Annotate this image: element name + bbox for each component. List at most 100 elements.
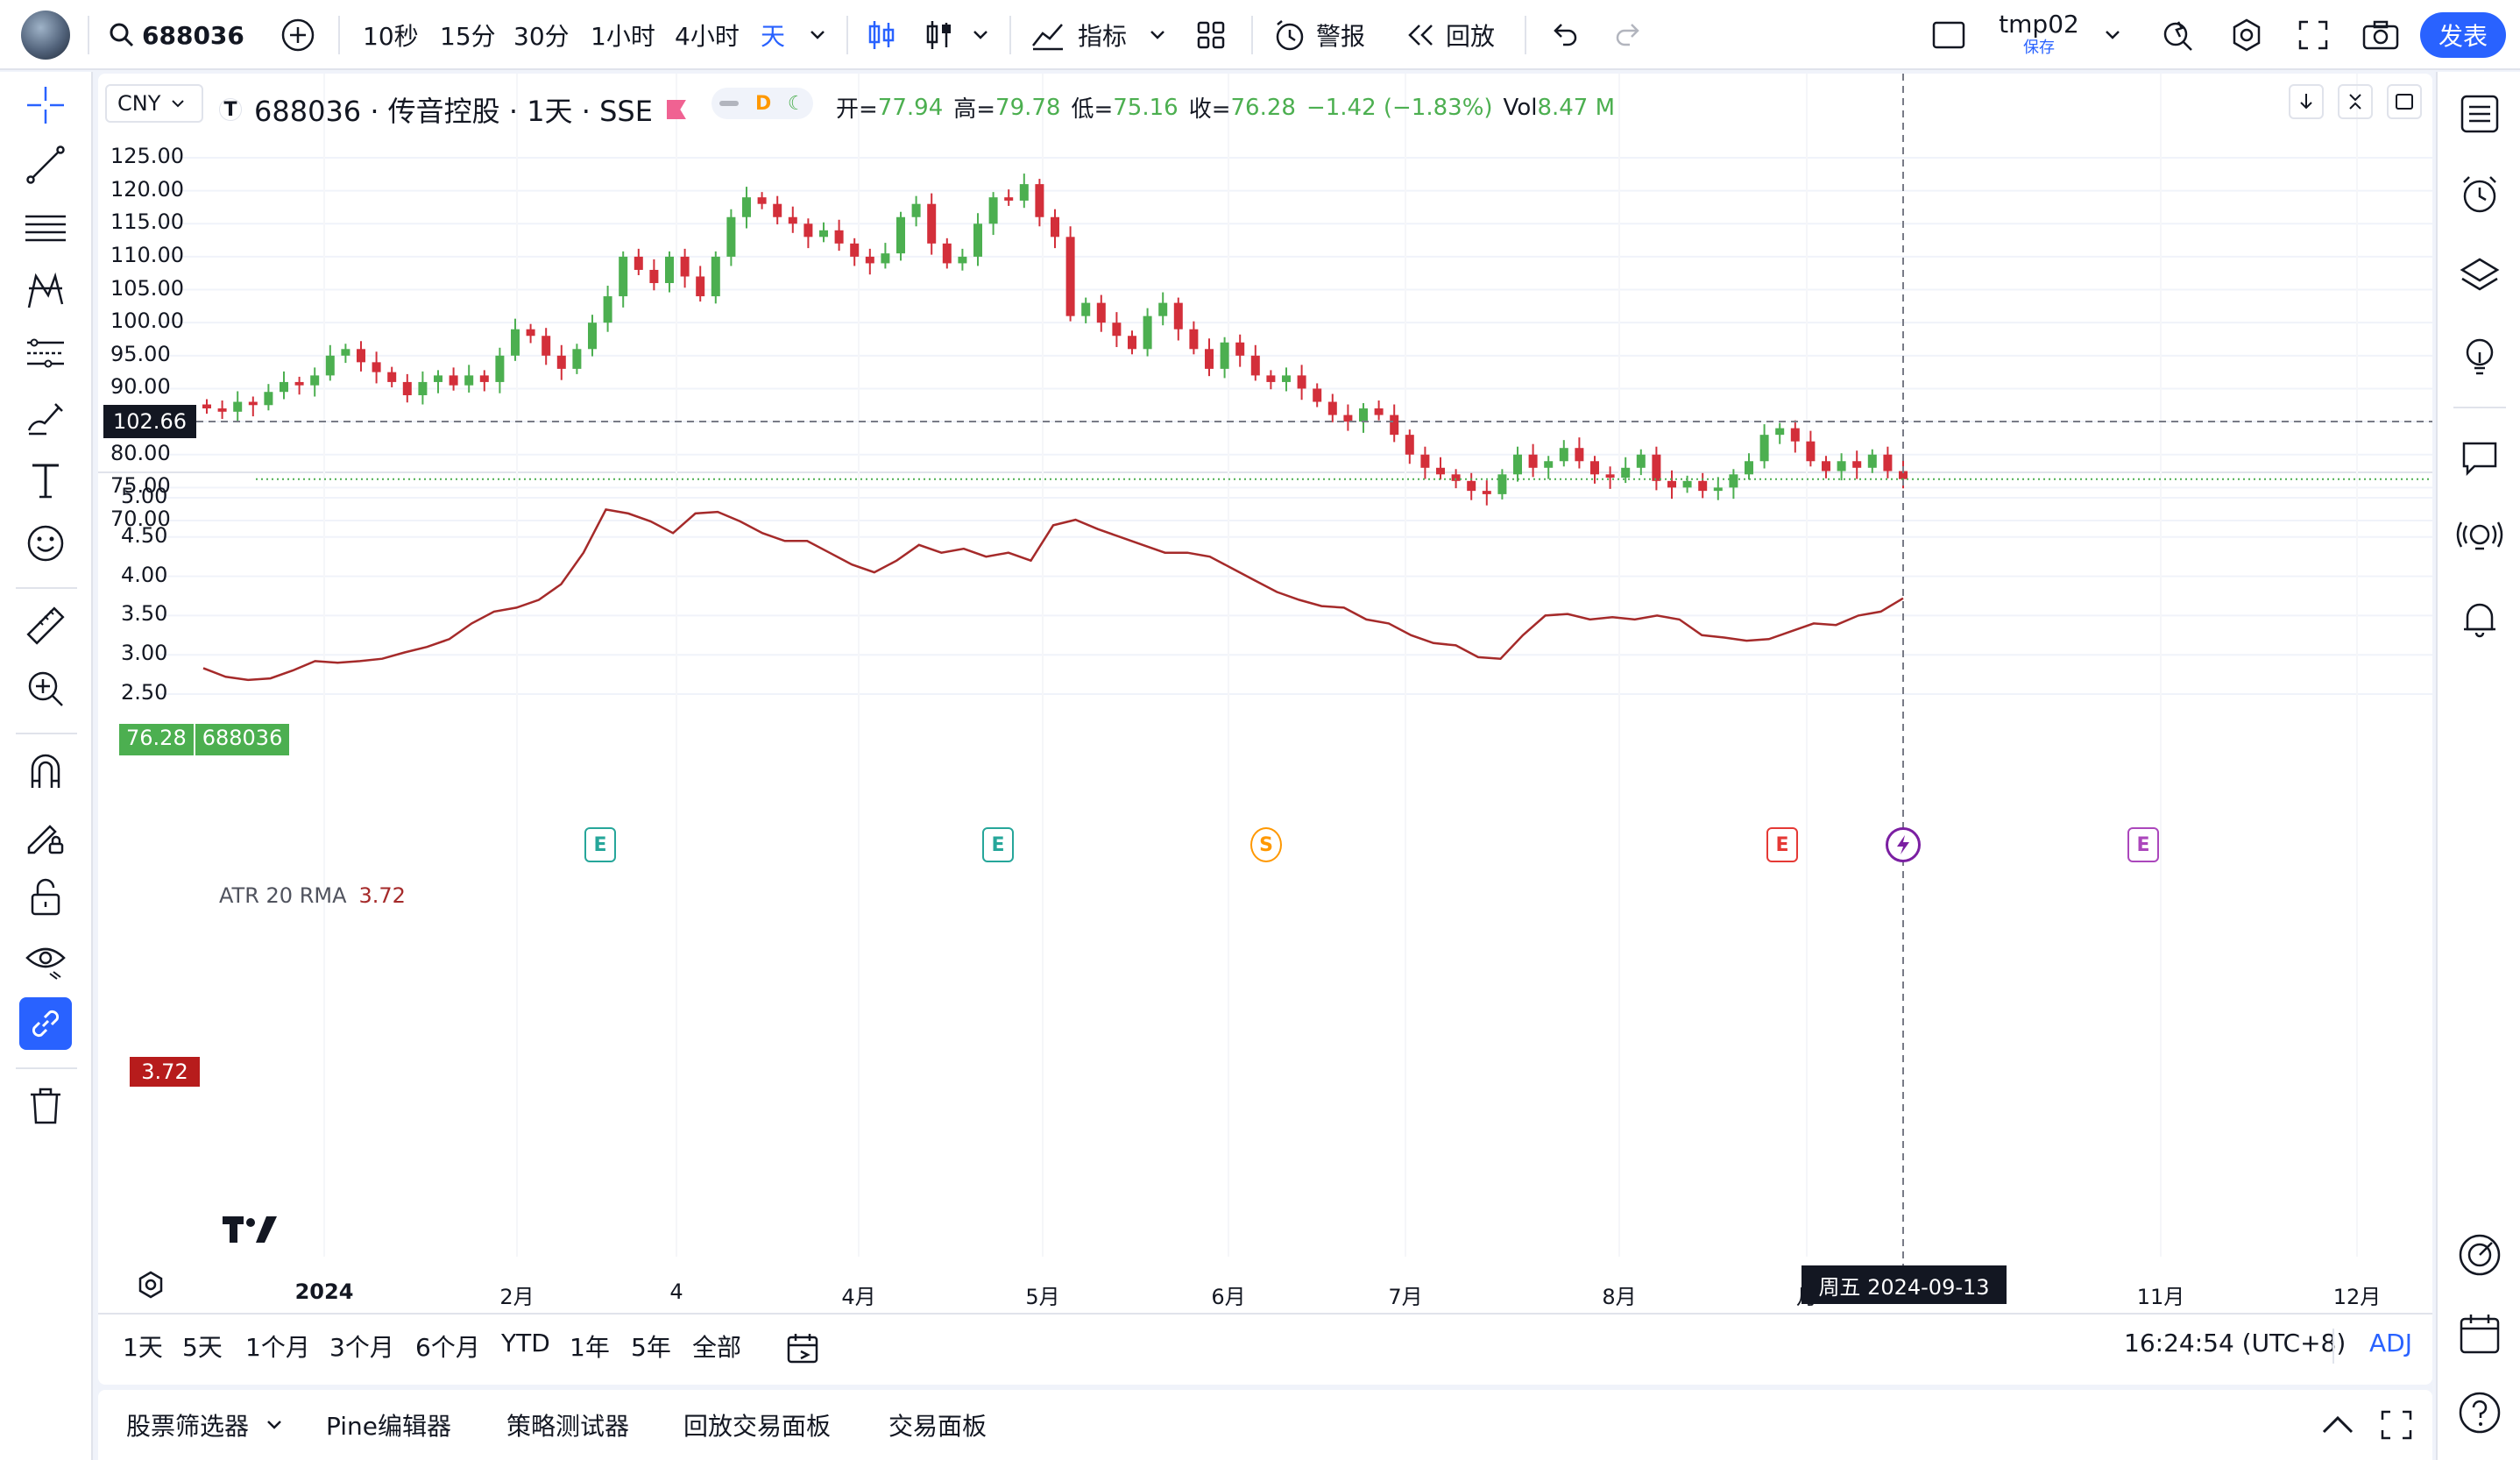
interval-dropdown-icon[interactable] [804,18,831,53]
brush-icon[interactable] [19,391,72,443]
publish-button[interactable]: 发表 [2420,12,2506,58]
zoom-in-icon[interactable] [19,663,72,715]
event-marker-e[interactable]: E [1766,827,1798,862]
adj-toggle[interactable]: ADJ [2369,1329,2412,1357]
draw-lock-icon[interactable] [19,808,72,861]
help-icon[interactable] [2453,1386,2506,1439]
tab-pine-editor[interactable]: Pine编辑器 [326,1390,451,1460]
trend-line-icon[interactable] [19,138,72,191]
tradingview-logo-icon[interactable] [223,1215,277,1244]
time-axis-label: 2月 [499,1285,534,1309]
interval-1h[interactable]: 1小时 [591,0,655,70]
fullscreen-icon[interactable] [2294,18,2332,53]
single-layout-icon[interactable] [1929,18,1968,53]
lock-icon[interactable] [19,871,72,924]
candles-chart-type-icon[interactable] [864,18,899,53]
chart-type-dropdown-icon[interactable] [967,18,994,53]
chart-pane[interactable]: CNY T 688036 · 传音控股 · 1天 · SSE D ☾ 开= 77.… [98,74,2432,1385]
pattern-icon[interactable] [19,265,72,317]
event-marker-e[interactable]: E [584,827,616,862]
lightning-event-icon[interactable] [1886,827,1921,862]
atr-axis-label: 5.00 [121,484,168,508]
settings-icon[interactable] [2227,18,2266,53]
range-button-3[interactable]: 3个月 [329,1329,394,1364]
ideas-bulb-icon[interactable] [2453,330,2506,382]
currency-selector[interactable]: CNY [105,84,203,123]
maximize-panel-icon[interactable] [2380,1409,2413,1441]
interval-4h[interactable]: 4小时 [675,0,740,70]
layers-icon[interactable] [2453,249,2506,301]
streams-icon[interactable] [2453,512,2506,564]
tab-replay-trading[interactable]: 回放交易面板 [683,1390,831,1460]
move-down-icon[interactable] [2289,84,2324,119]
layout-dropdown-icon[interactable] [2099,18,2126,53]
add-symbol-button[interactable] [279,18,317,53]
notifications-bell-icon[interactable] [2453,592,2506,645]
tab-strategy-tester[interactable]: 策略测试器 [506,1390,629,1460]
chat-icon[interactable] [2453,431,2506,484]
eye-icon[interactable] [19,934,72,987]
clock-timezone[interactable]: 16:24:54 (UTC+8) [2124,1329,2346,1357]
interval-15m[interactable]: 15分 [440,0,496,70]
indicators-button[interactable]: 指标 [1030,0,1127,70]
camera-icon[interactable] [2359,18,2403,53]
event-marker-e[interactable]: E [982,827,1014,862]
range-button-1[interactable]: 5天 [182,1329,223,1364]
symbol-search-button[interactable]: 688036 [109,0,244,70]
candle [1482,480,1491,506]
market-status-badge[interactable]: D ☾ [711,88,813,119]
target-icon[interactable] [2453,1229,2506,1281]
trash-icon[interactable] [19,1080,72,1132]
candle [202,399,211,415]
maximize-pane-icon[interactable] [2387,84,2422,119]
date-range-calendar-icon[interactable] [785,1330,820,1365]
atr-legend[interactable]: ATR 20 RMA 3.72 [219,883,406,908]
alerts-clock-icon[interactable] [2453,168,2506,221]
dash-icon [719,101,740,106]
emoji-icon[interactable] [19,517,72,570]
range-button-2[interactable]: 1个月 [245,1329,310,1364]
layout-name-button[interactable]: tmp02 保存 [1989,11,2089,60]
candle [742,187,751,229]
link-icon[interactable] [19,997,72,1050]
range-button-4[interactable]: 6个月 [415,1329,480,1364]
candle [341,344,350,364]
event-marker-s[interactable]: S [1250,827,1282,862]
time-axis-settings-icon[interactable] [137,1271,165,1299]
calendar-icon[interactable] [2453,1308,2506,1360]
range-button-0[interactable]: 1天 [123,1329,163,1364]
text-tool-icon[interactable] [19,454,72,507]
event-marker-e[interactable]: E [2127,827,2159,862]
symbol-title[interactable]: T 688036 · 传音控股 · 1天 · SSE [219,89,686,130]
quick-search-icon[interactable] [2159,18,2198,53]
range-button-8[interactable]: 全部 [692,1329,741,1364]
replay-button[interactable]: 回放 [1405,0,1495,70]
interval-1d[interactable]: 天 [761,0,785,70]
fib-lines-icon[interactable] [19,202,72,254]
redo-icon[interactable] [1612,18,1647,53]
range-button-5[interactable]: YTD [501,1329,550,1357]
forecast-icon[interactable] [19,328,72,380]
ruler-icon[interactable] [19,599,72,652]
interval-10s[interactable]: 10秒 [363,0,419,70]
tab-trading-panel[interactable]: 交易面板 [888,1390,987,1460]
magnet-icon[interactable] [19,745,72,797]
range-button-6[interactable]: 1年 [570,1329,610,1364]
interval-30m[interactable]: 30分 [513,0,570,70]
watchlist-icon[interactable] [2453,88,2506,140]
flag-icon[interactable] [666,100,686,119]
chevron-up-icon[interactable] [2320,1411,2355,1437]
undo-icon[interactable] [1546,18,1581,53]
indicators-dropdown-icon[interactable] [1144,18,1171,53]
user-avatar[interactable] [19,11,72,60]
layout-grid-icon[interactable] [1193,18,1228,53]
symbol-label: 688036 [142,20,244,50]
collapse-pane-icon[interactable] [2338,84,2373,119]
alert-button[interactable]: 警报 [1272,0,1365,70]
bar-chart-type-icon[interactable] [922,18,957,53]
range-button-7[interactable]: 5年 [631,1329,671,1364]
crosshair-icon[interactable] [19,79,72,131]
candle [1883,446,1893,478]
tab-stock-screener[interactable]: 股票筛选器 [126,1390,282,1460]
bottom-panel: 股票筛选器 Pine编辑器 策略测试器 回放交易面板 交易面板 [98,1390,2432,1460]
